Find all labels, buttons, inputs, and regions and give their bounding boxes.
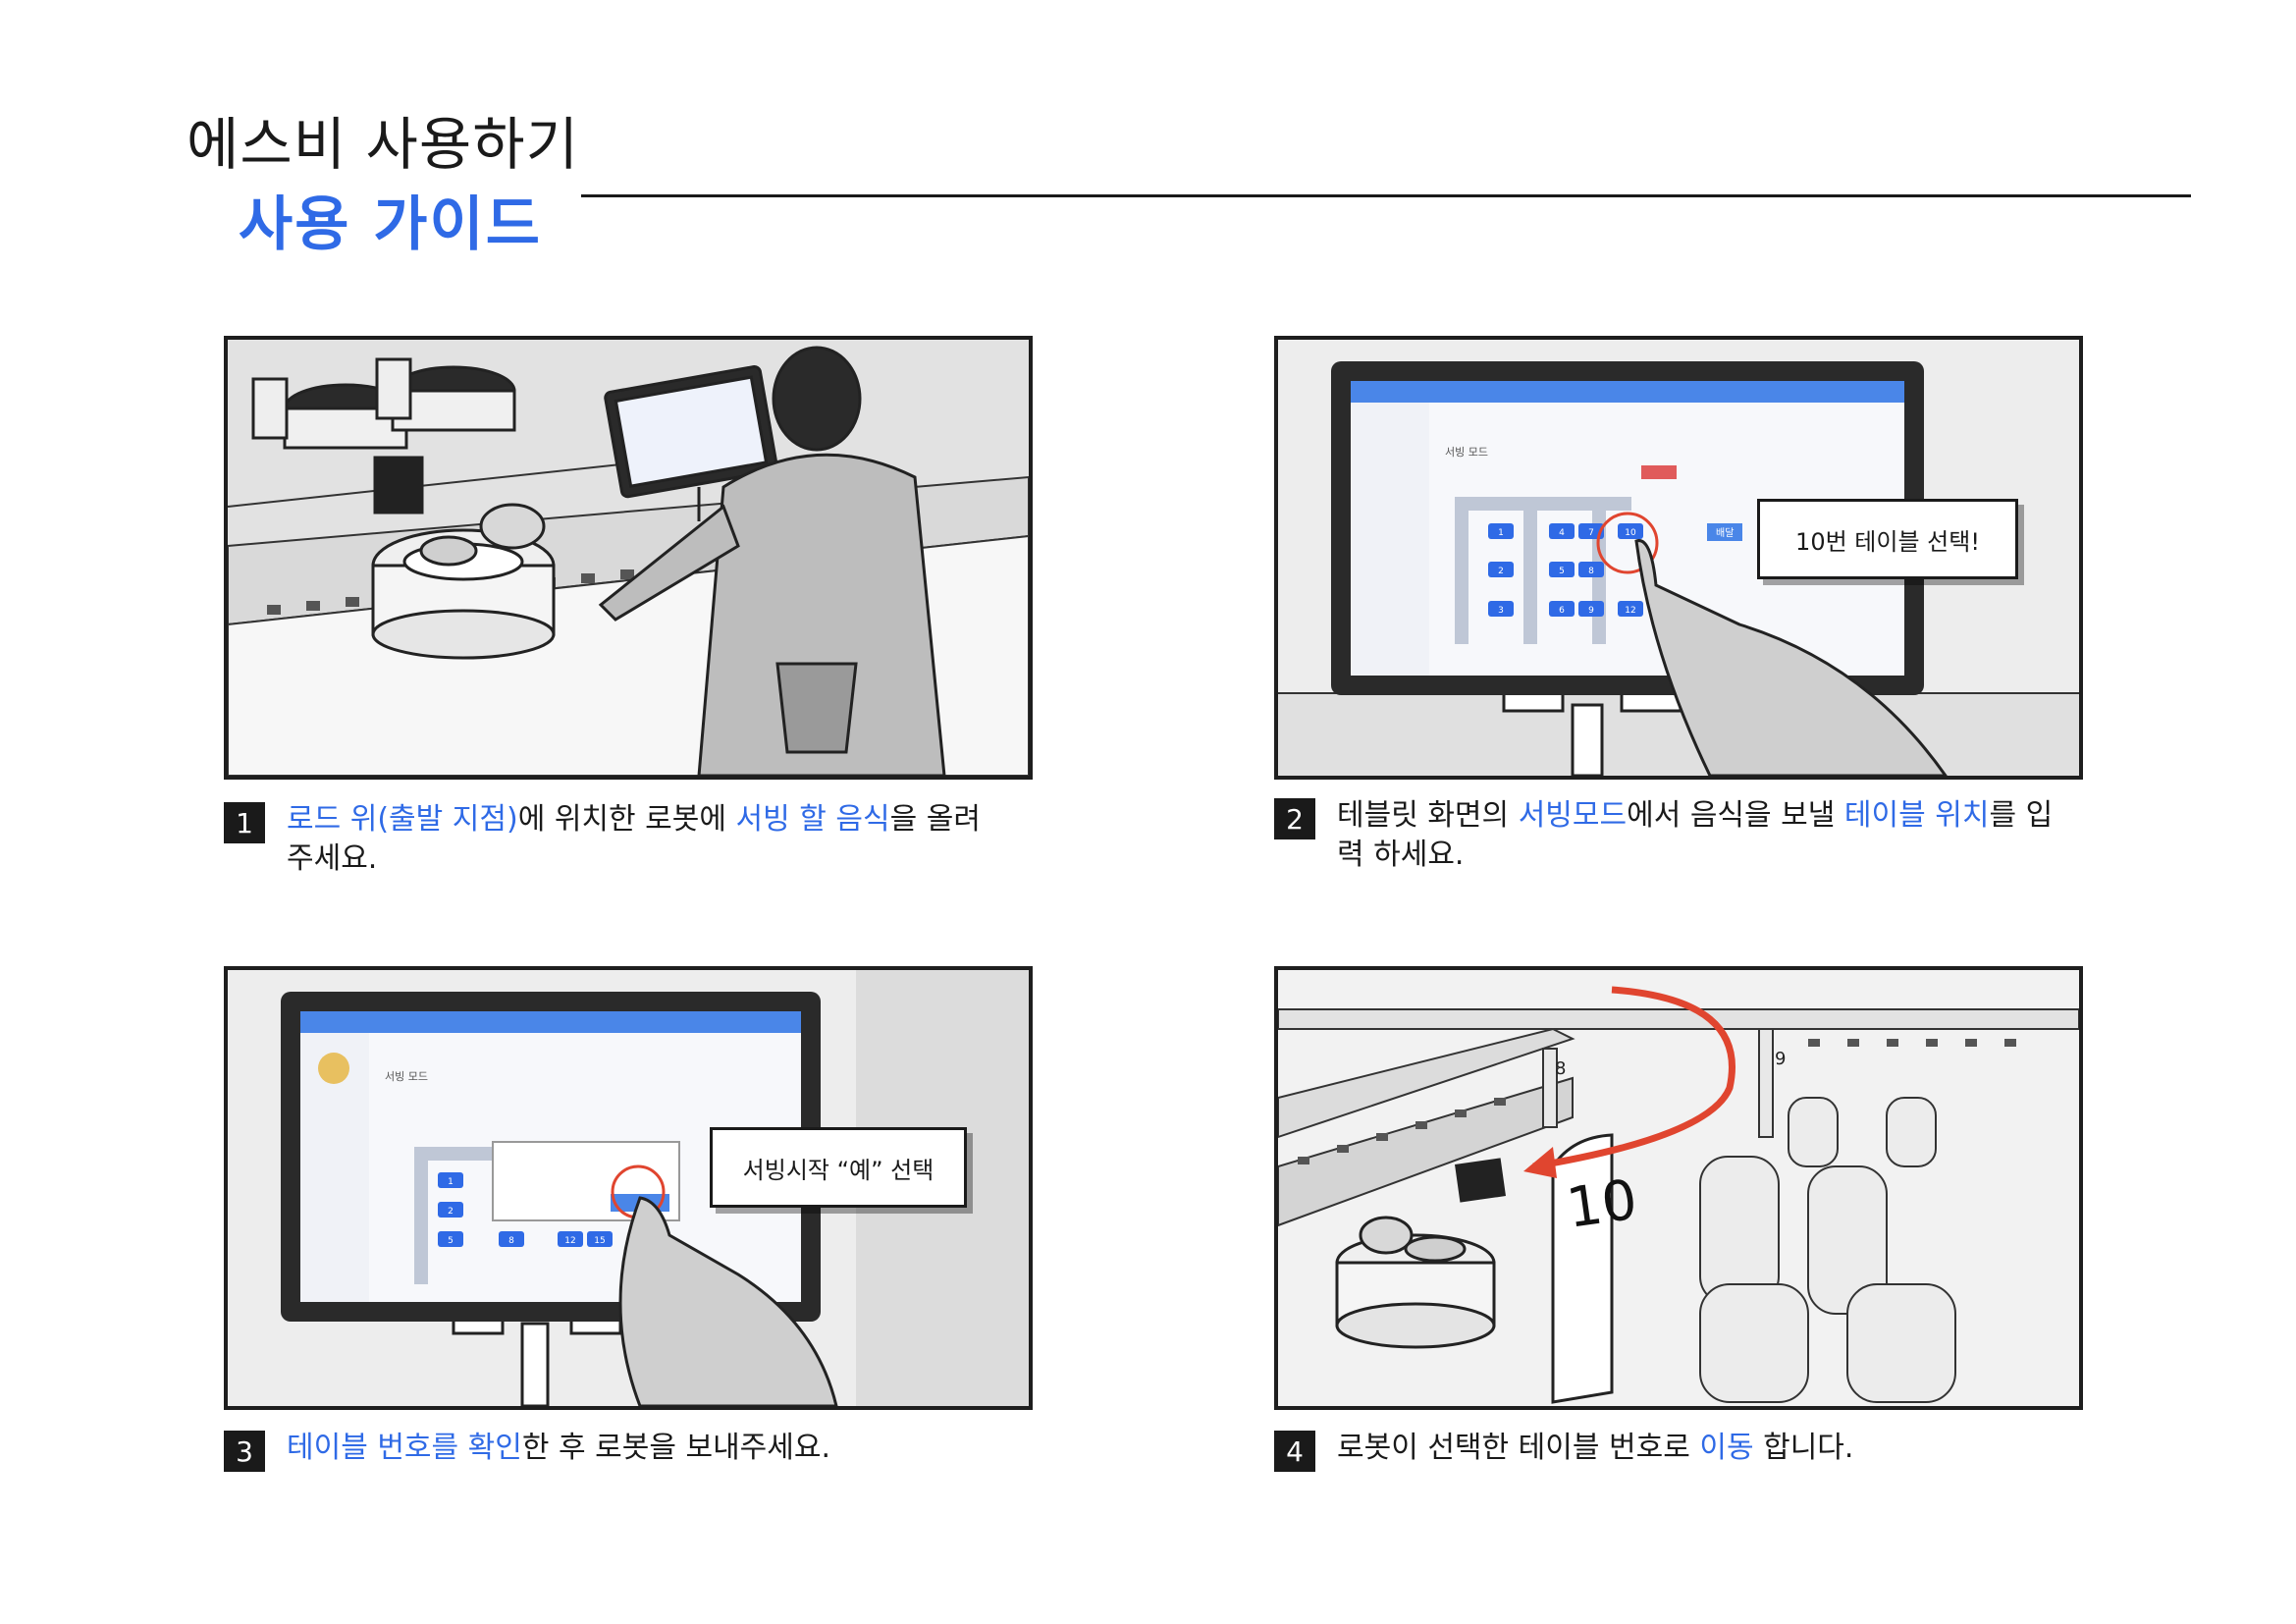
step-text-highlight: 테이블 번호를 확인 [287,1431,522,1465]
step-text-highlight: 서빙모드 [1518,798,1628,833]
callout-start-serving-yes: 서빙시작 “예” 선택 [710,1127,967,1208]
table-number-10: 10 [1563,1168,1641,1241]
deliver-button-label: 배달 [1716,527,1734,539]
page-title: 에스비 사용하기 [187,111,579,178]
table-button-label: 2 [448,1207,454,1217]
step-text-highlight: 서빙 할 음식 [735,802,890,837]
table-number-8: 8 [1555,1058,1566,1079]
step-1-caption: 1 로드 위(출발 지점)에 위치한 로봇에 서빙 할 음식을 올려 주세요. [224,800,1013,879]
screen-header: 서빙 모드 [385,1070,428,1083]
table-button-label: 8 [1588,567,1594,576]
table-button-label: 3 [1498,606,1504,616]
step-number: 2 [1274,798,1315,839]
step-number: 4 [1274,1431,1315,1472]
table-button-label: 4 [1559,528,1565,538]
table-number-9: 9 [1775,1049,1786,1069]
step-text-plain: 로봇이 선택한 테이블 번호로 [1337,1431,1700,1465]
table-button-label: 2 [1498,567,1504,576]
callout-select-table-10: 10번 테이블 선택! [1757,499,2018,579]
step-number: 3 [224,1431,265,1472]
step-text-highlight: 이동 [1699,1431,1754,1465]
step-2-caption: 2 테블릿 화면의 서빙모드에서 음식을 보낼 테이블 위치를 입력 하세요. [1274,796,2063,875]
page-subtitle: 사용 가이드 [239,190,542,259]
step-text-plain: 테블릿 화면의 [1337,798,1519,833]
step-text: 테블릿 화면의 서빙모드에서 음식을 보낼 테이블 위치를 입력 하세요. [1337,796,2063,875]
table-button-label: 12 [564,1236,575,1246]
step-4-illustration: 8 9 10 [1274,966,2083,1410]
step-4-caption: 4 로봇이 선택한 테이블 번호로 이동 합니다. [1274,1429,2063,1472]
step-text: 로봇이 선택한 테이블 번호로 이동 합니다. [1337,1429,2063,1468]
step-text-plain: 한 후 로봇을 보내주세요. [521,1431,831,1465]
robot-moving-illustration: 8 9 10 [1278,970,2079,1406]
step-text-plain: 에서 음식을 보낼 [1627,798,1844,833]
table-button-label: 15 [594,1236,605,1246]
table-button-label: 6 [1559,606,1565,616]
step-1-illustration [224,336,1033,780]
screen-header: 서빙 모드 [1445,446,1488,459]
table-button-label: 12 [1625,606,1635,616]
header-divider [581,194,2191,197]
table-button-label: 1 [448,1177,454,1187]
table-button-label: 7 [1588,528,1594,538]
table-button-label: 5 [1559,567,1565,576]
step-text-plain: 합니다. [1753,1431,1854,1465]
step-number: 1 [224,802,265,843]
table-button-label: 8 [508,1236,514,1246]
step-3-caption: 3 테이블 번호를 확인한 후 로봇을 보내주세요. [224,1429,1013,1472]
table-button-label: 10 [1625,528,1636,538]
kitchen-robot-illustration [228,340,1029,776]
step-text: 로드 위(출발 지점)에 위치한 로봇에 서빙 할 음식을 올려 주세요. [287,800,1013,879]
step-text-highlight: 테이블 위치 [1843,798,1990,833]
table-button-label: 9 [1588,606,1594,616]
step-text-plain: 에 위치한 로봇에 [517,802,736,837]
step-text: 테이블 번호를 확인한 후 로봇을 보내주세요. [287,1429,1013,1468]
table-button-label: 1 [1498,528,1504,538]
table-button-label: 5 [448,1236,454,1246]
step-text-highlight: 로드 위(출발 지점) [287,802,518,837]
